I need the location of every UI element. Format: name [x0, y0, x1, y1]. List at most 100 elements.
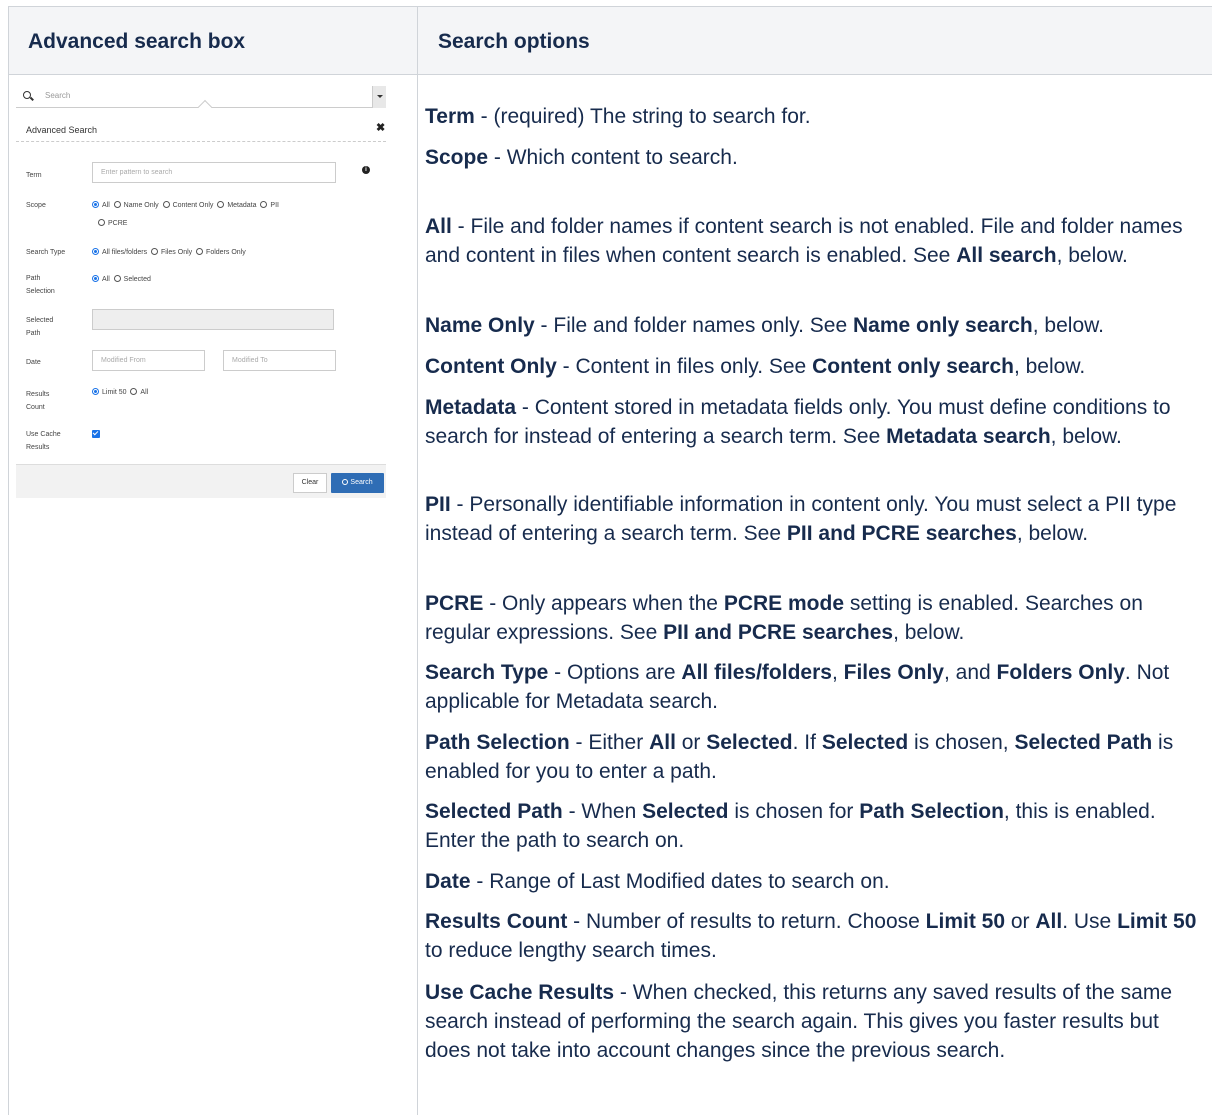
modified-to-input[interactable]: Modified To	[223, 350, 336, 371]
description-text: , below.	[1050, 425, 1122, 448]
scope-option-name-only[interactable]: Name Only	[113, 201, 159, 209]
scope-option-all[interactable]: All	[92, 201, 110, 209]
clear-button[interactable]: Clear	[293, 473, 327, 493]
panel-title: Advanced Search	[26, 125, 98, 135]
bold-term: Metadata search	[886, 425, 1051, 448]
term-input[interactable]: Enter pattern to search	[92, 162, 336, 183]
bold-term: Limit 50	[1117, 910, 1197, 933]
results-count-options: Limit 50 All	[92, 388, 148, 398]
scope-options: All Name Only Content Only Metadata PII	[92, 201, 279, 211]
search-icon	[342, 479, 349, 485]
option-scope: Scope - Which content to search.	[425, 143, 1203, 172]
modified-from-input[interactable]: Modified From	[92, 350, 205, 371]
bold-term: Selected	[642, 800, 729, 823]
description-text: - Content in files only. See	[556, 355, 813, 378]
bold-term: Metadata	[425, 396, 517, 419]
option-name-only: Name Only - File and folder names only. …	[425, 311, 1203, 340]
option-content-only: Content Only - Content in files only. Se…	[425, 352, 1203, 381]
search-input[interactable]: Search	[45, 91, 70, 100]
bold-term: PII and PCRE searches	[663, 621, 894, 644]
path-option-selected[interactable]: Selected	[113, 275, 151, 283]
scope-label: Scope	[26, 202, 46, 209]
bold-term: PCRE	[425, 592, 484, 615]
description-text: , below.	[1013, 355, 1086, 378]
bold-term: All search	[956, 244, 1057, 267]
use-cache-checkbox[interactable]	[92, 430, 100, 438]
scope-option-metadata[interactable]: Metadata	[217, 201, 257, 209]
advanced-search-screenshot: Search Advanced Search ✖ Term Enter patt…	[16, 86, 386, 498]
bold-term: Limit 50	[925, 910, 1006, 933]
search-type-folders-only[interactable]: Folders Only	[196, 248, 246, 256]
scope-option-pcre[interactable]: PCRE	[98, 219, 127, 229]
description-text: ,	[831, 661, 844, 684]
column-divider	[417, 7, 418, 1115]
description-text: , and	[944, 661, 997, 684]
option-metadata: Metadata - Content stored in metadata fi…	[425, 393, 1203, 451]
use-cache-label: Use Cache Results	[26, 431, 61, 451]
chevron-down-icon[interactable]	[372, 86, 386, 108]
header-advanced-search-box: Advanced search box	[28, 30, 246, 53]
selected-path-input[interactable]	[92, 309, 334, 330]
description-text: or	[1005, 910, 1036, 933]
scope-option-content-only[interactable]: Content Only	[162, 201, 213, 209]
bold-term: Use Cache Results	[425, 981, 615, 1004]
description-text: . Use	[1062, 910, 1118, 933]
radio-icon	[196, 248, 204, 255]
radio-selected-icon	[92, 388, 99, 395]
bold-term: PII and PCRE searches	[786, 522, 1017, 545]
bold-term: Folders Only	[996, 661, 1125, 684]
bold-term: Name only search	[853, 314, 1033, 337]
description-text: - When	[562, 800, 643, 823]
description-text: is chosen for	[728, 800, 860, 823]
bold-term: Scope	[425, 146, 489, 169]
info-icon[interactable]: i	[362, 166, 370, 174]
description-text: - Only appears when the	[483, 592, 724, 615]
description-text: - Range of Last Modified dates to search…	[470, 870, 890, 893]
radio-icon	[113, 201, 121, 208]
radio-icon	[98, 219, 105, 226]
description-text: , below.	[1016, 522, 1089, 545]
description-text: . If	[792, 731, 822, 754]
radio-icon	[113, 275, 121, 282]
radio-icon	[130, 388, 138, 395]
option-date: Date - Range of Last Modified dates to s…	[425, 867, 1203, 896]
bold-term: Name Only	[425, 314, 535, 337]
bold-term: Path Selection	[425, 731, 570, 754]
description-text: - Options are	[548, 661, 682, 684]
bold-term: Content Only	[425, 355, 557, 378]
option-all: All - File and folder names if content s…	[425, 212, 1203, 270]
bold-term: Selected Path	[425, 800, 563, 823]
search-type-all[interactable]: All files/folders	[92, 248, 147, 256]
path-option-all[interactable]: All	[92, 275, 110, 283]
selected-path-label: Selected Path	[26, 317, 54, 337]
search-type-options: All files/folders Files Only Folders Onl…	[92, 248, 246, 258]
results-option-limit-50[interactable]: Limit 50	[92, 388, 127, 396]
radio-selected-icon	[92, 201, 99, 208]
radio-icon	[151, 248, 159, 255]
description-text: - (required) The string to search for.	[474, 105, 811, 128]
results-option-all[interactable]: All	[130, 388, 148, 396]
close-icon[interactable]: ✖	[376, 121, 385, 134]
description-text: - Which content to search.	[488, 146, 738, 169]
search-button[interactable]: Search	[331, 473, 384, 493]
radio-selected-icon	[92, 248, 99, 255]
search-type-files-only[interactable]: Files Only	[151, 248, 192, 256]
bold-term: Search Type	[425, 661, 549, 684]
radio-icon	[162, 201, 170, 208]
description-text: - File and folder names only. See	[534, 314, 853, 337]
description-text: to reduce lengthy search times.	[425, 939, 717, 962]
radio-icon	[260, 201, 268, 208]
advanced-search-header: Advanced Search ✖	[16, 108, 386, 142]
bold-term: All	[1035, 910, 1063, 933]
scope-option-pii[interactable]: PII	[260, 201, 279, 209]
description-text: - Either	[569, 731, 650, 754]
search-type-label: Search Type	[26, 249, 66, 256]
option-pii: PII - Personally identifiable informatio…	[425, 490, 1203, 548]
results-count-label: Results Count	[26, 391, 50, 411]
bold-term: Path Selection	[859, 800, 1004, 823]
bold-term: All	[649, 731, 676, 754]
bold-term: Date	[425, 870, 471, 893]
header-search-options: Search options	[438, 30, 590, 53]
description-text: or	[675, 731, 707, 754]
description-text: , below.	[1056, 244, 1128, 267]
